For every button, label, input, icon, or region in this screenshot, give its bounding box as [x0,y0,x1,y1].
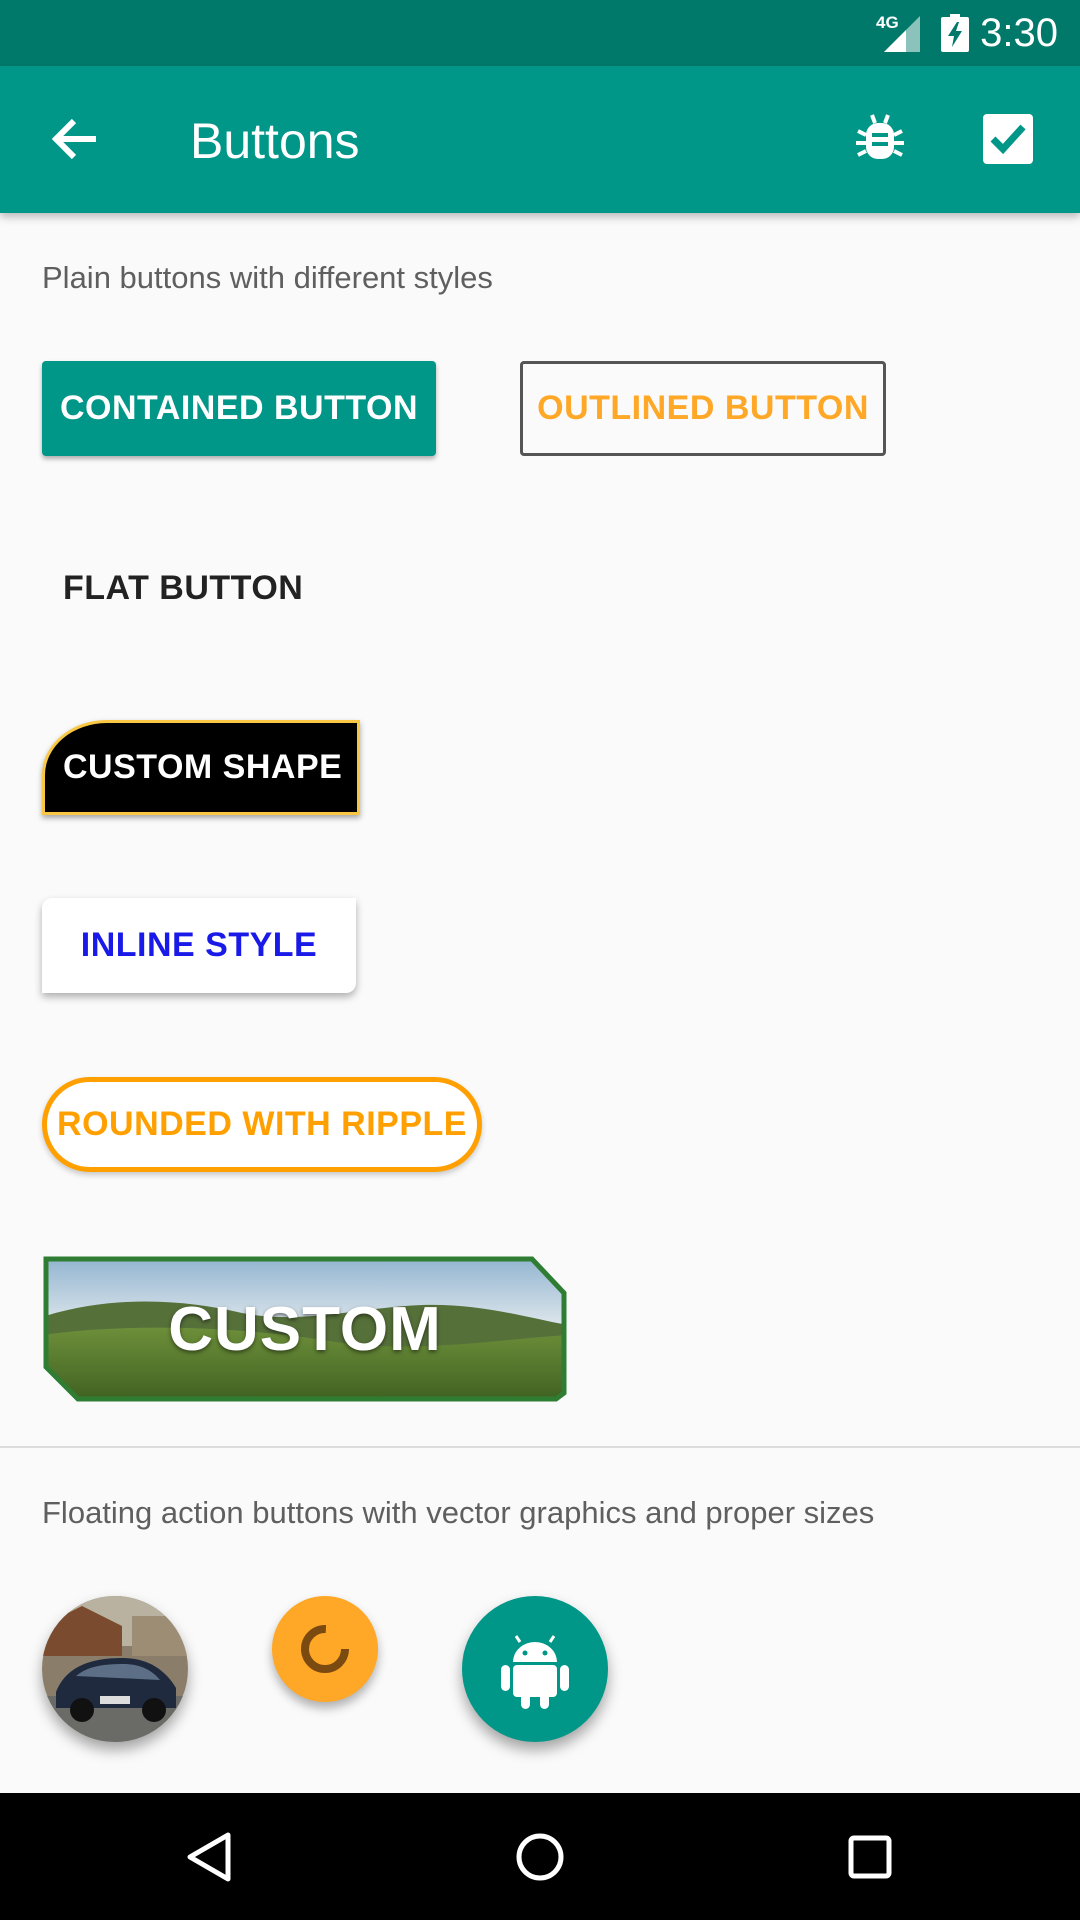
progress-icon [301,1625,349,1673]
battery-charging-icon [941,14,969,52]
rounded-ripple-button[interactable]: ROUNDED WITH RIPPLE [42,1077,482,1172]
page-title: Buttons [190,113,360,169]
bug-icon [856,114,904,159]
car-photo [42,1596,188,1742]
plain-buttons-label: Plain buttons with different styles [42,260,493,295]
home-circle-icon [516,1833,564,1881]
nav-home-button[interactable] [510,1827,570,1887]
confirm-button[interactable] [970,109,1042,169]
status-bar: 4G 3:30 [0,0,1080,66]
bug-report-button[interactable] [850,109,910,169]
signal-4g-icon: 4G [876,14,920,52]
android-fab[interactable] [462,1596,608,1742]
custom-image-button[interactable]: CUSTOM [42,1255,568,1403]
contained-button[interactable]: CONTAINED BUTTON [42,361,436,456]
nav-back-button[interactable] [180,1827,240,1887]
back-triangle-icon [187,1832,231,1882]
check-box-icon [983,114,1033,164]
arrow-back-icon [51,118,96,160]
nav-recents-button[interactable] [840,1827,900,1887]
inline-style-button[interactable]: INLINE STYLE [42,898,356,993]
photo-fab[interactable] [42,1596,188,1742]
section-divider [0,1446,1080,1448]
flat-button[interactable]: FLAT BUTTON [42,541,312,636]
custom-shape-button[interactable]: CUSTOM SHAPE [42,720,360,815]
back-button[interactable] [40,109,110,169]
android-icon [501,1635,569,1709]
outlined-button[interactable]: OUTLINED BUTTON [520,361,886,456]
fab-section-label: Floating action buttons with vector grap… [42,1495,875,1530]
progress-fab[interactable] [272,1596,378,1702]
custom-button-label: CUSTOM [168,1294,442,1364]
status-time: 3:30 [980,11,1058,55]
navigation-bar [0,1793,1080,1920]
network-type: 4G [876,13,899,32]
recents-square-icon [848,1835,892,1879]
app-bar: Buttons [0,66,1080,213]
